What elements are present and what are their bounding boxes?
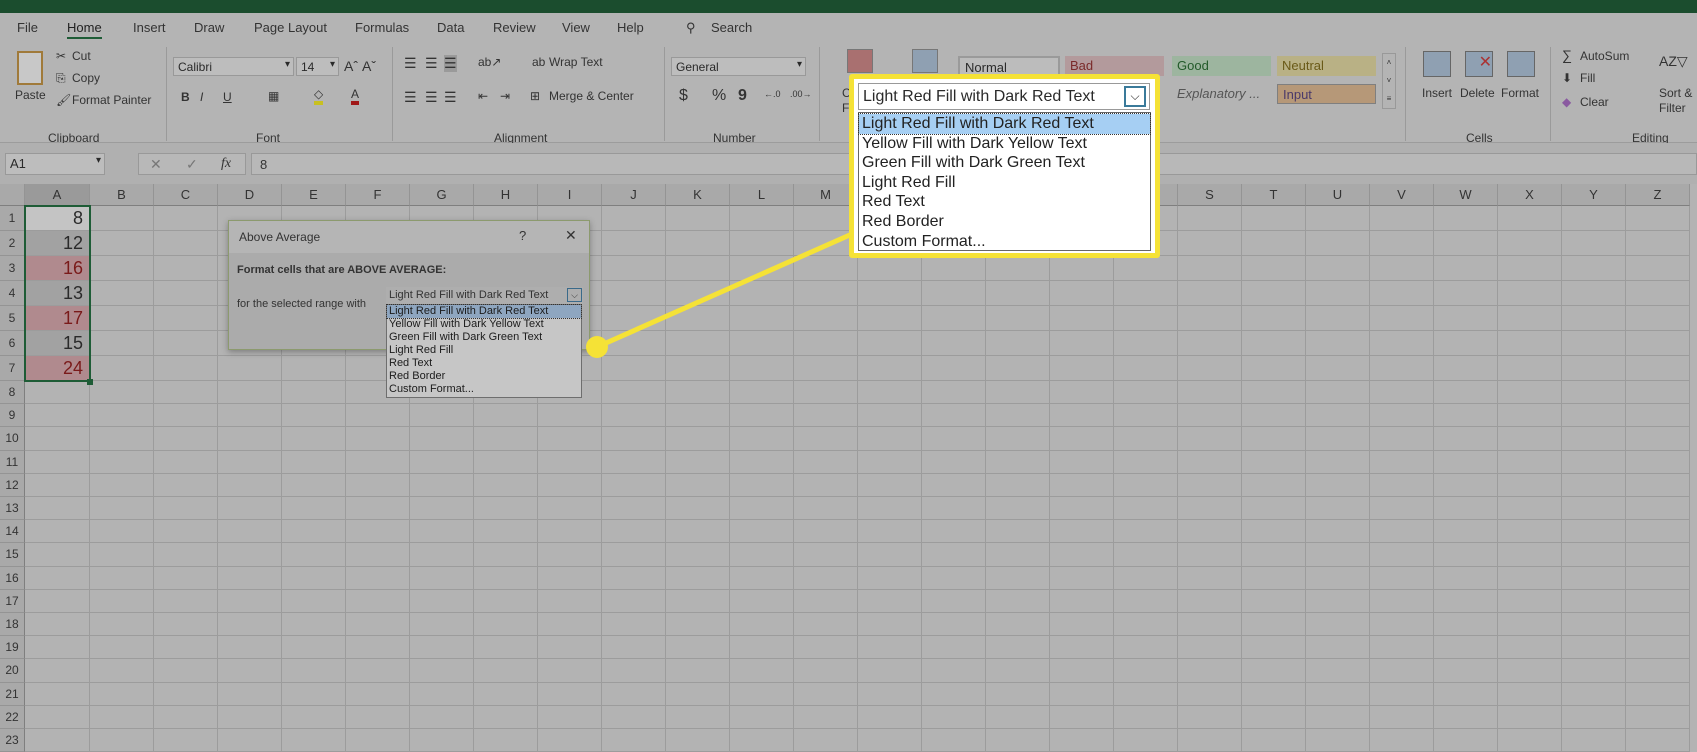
chevron-down-icon[interactable]: ⌵ [1124,86,1146,107]
callout-option[interactable]: Red Text [859,192,1150,212]
callout-select-value: Light Red Fill with Dark Red Text [863,88,1095,105]
zoomed-callout: Light Red Fill with Dark Red Text ⌵ Light… [849,74,1160,258]
callout-line [595,231,854,350]
callout-format-select[interactable]: Light Red Fill with Dark Red Text ⌵ [858,83,1150,110]
callout-option[interactable]: Red Border [859,212,1150,232]
callout-option[interactable]: Custom Format... [859,232,1150,252]
callout-dot [586,336,608,358]
callout-option[interactable]: Green Fill with Dark Green Text [859,153,1150,173]
callout-option[interactable]: Light Red Fill with Dark Red Text [858,113,1151,135]
callout-option[interactable]: Yellow Fill with Dark Yellow Text [859,134,1150,154]
callout-options-list[interactable]: Light Red Fill with Dark Red Text Yellow… [858,112,1151,251]
callout-option[interactable]: Light Red Fill [859,173,1150,193]
